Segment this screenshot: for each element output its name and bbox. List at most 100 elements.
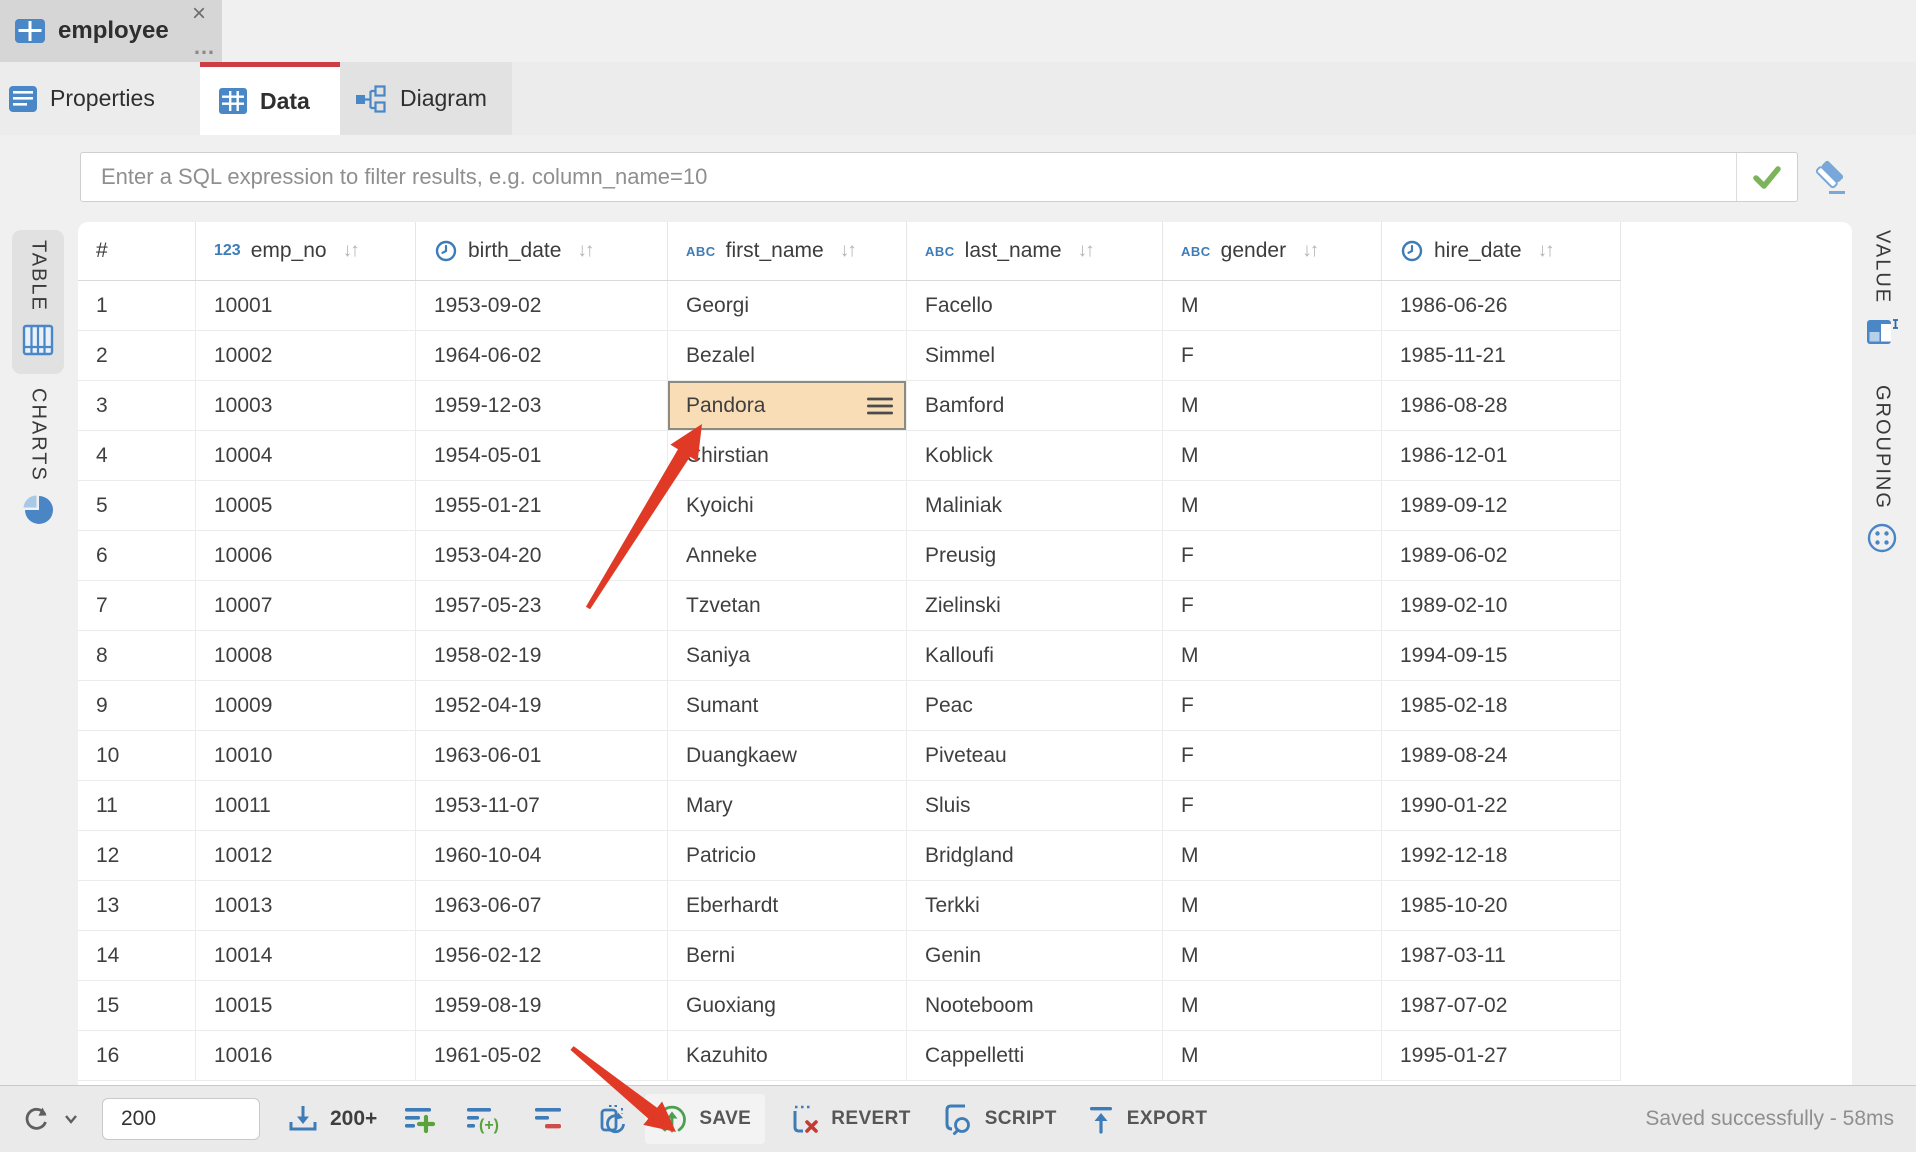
sort-icon[interactable]: ↓↑	[1078, 240, 1093, 262]
cell-hire_date[interactable]: 1987-03-11	[1382, 931, 1621, 981]
cell-birth_date[interactable]: 1953-11-07	[416, 781, 668, 831]
cell-first_name[interactable]: Anneke	[668, 531, 907, 581]
tab-properties[interactable]: Properties	[0, 62, 200, 135]
cell-hire_date[interactable]: 1987-07-02	[1382, 981, 1621, 1031]
cell-emp_no[interactable]: 10004	[196, 431, 416, 481]
cell-gender[interactable]: M	[1163, 431, 1382, 481]
cell-gender[interactable]: M	[1163, 481, 1382, 531]
column-header-row-number[interactable]: #	[78, 222, 196, 280]
column-header-hire_date[interactable]: hire_date↓↑	[1382, 222, 1621, 280]
sort-icon[interactable]: ↓↑	[840, 240, 855, 262]
cell-gender[interactable]: F	[1163, 331, 1382, 381]
cell-last_name[interactable]: Maliniak	[907, 481, 1163, 531]
refresh-button[interactable]	[20, 1102, 78, 1136]
cell-gender[interactable]: F	[1163, 531, 1382, 581]
cell-row-number[interactable]: 15	[78, 981, 196, 1031]
cell-birth_date[interactable]: 1959-08-19	[416, 981, 668, 1031]
cell-hire_date[interactable]: 1989-06-02	[1382, 531, 1621, 581]
cell-birth_date[interactable]: 1955-01-21	[416, 481, 668, 531]
cell-row-number[interactable]: 16	[78, 1031, 196, 1081]
cell-first_name[interactable]: Chirstian	[668, 431, 907, 481]
cell-first_name[interactable]: Georgi	[668, 281, 907, 331]
cell-row-number[interactable]: 2	[78, 331, 196, 381]
tab-data[interactable]: Data	[200, 62, 340, 135]
cell-birth_date[interactable]: 1964-06-02	[416, 331, 668, 381]
cell-birth_date[interactable]: 1961-05-02	[416, 1031, 668, 1081]
cell-hire_date[interactable]: 1986-12-01	[1382, 431, 1621, 481]
cell-last_name[interactable]: Nooteboom	[907, 981, 1163, 1031]
cell-first_name[interactable]: Duangkaew	[668, 731, 907, 781]
cell-hire_date[interactable]: 1986-06-26	[1382, 281, 1621, 331]
cell-emp_no[interactable]: 10002	[196, 331, 416, 381]
apply-filter-button[interactable]	[1736, 153, 1797, 201]
cell-last_name[interactable]: Peac	[907, 681, 1163, 731]
cell-birth_date[interactable]: 1952-04-19	[416, 681, 668, 731]
cell-last_name[interactable]: Cappelletti	[907, 1031, 1163, 1081]
cell-emp_no[interactable]: 10011	[196, 781, 416, 831]
cell-first_name[interactable]: Kazuhito	[668, 1031, 907, 1081]
column-header-birth_date[interactable]: birth_date↓↑	[416, 222, 668, 280]
cell-hire_date[interactable]: 1989-09-12	[1382, 481, 1621, 531]
cell-birth_date[interactable]: 1963-06-01	[416, 731, 668, 781]
cell-gender[interactable]: F	[1163, 731, 1382, 781]
cell-emp_no[interactable]: 10013	[196, 881, 416, 931]
sql-filter-input[interactable]: Enter a SQL expression to filter results…	[80, 152, 1798, 202]
column-header-first_name[interactable]: ABCfirst_name↓↑	[668, 222, 907, 280]
delete-row-button[interactable]	[533, 1103, 565, 1135]
cell-row-number[interactable]: 12	[78, 831, 196, 881]
doc-tab-employee[interactable]: employee	[0, 0, 222, 62]
cell-row-number[interactable]: 10	[78, 731, 196, 781]
cell-emp_no[interactable]: 10008	[196, 631, 416, 681]
tab-overflow-icon[interactable]: …	[193, 34, 216, 60]
cell-emp_no[interactable]: 10009	[196, 681, 416, 731]
cell-hire_date[interactable]: 1989-02-10	[1382, 581, 1621, 631]
cell-emp_no[interactable]: 10001	[196, 281, 416, 331]
cell-hire_date[interactable]: 1994-09-15	[1382, 631, 1621, 681]
cell-gender[interactable]: M	[1163, 981, 1382, 1031]
save-button[interactable]: SAVE	[645, 1094, 765, 1144]
tab-diagram[interactable]: Diagram	[340, 62, 512, 135]
cell-last_name[interactable]: Kalloufi	[907, 631, 1163, 681]
cell-emp_no[interactable]: 10016	[196, 1031, 416, 1081]
cell-first_name[interactable]: Eberhardt	[668, 881, 907, 931]
cell-birth_date[interactable]: 1958-02-19	[416, 631, 668, 681]
column-header-last_name[interactable]: ABClast_name↓↑	[907, 222, 1163, 280]
cell-hire_date[interactable]: 1989-08-24	[1382, 731, 1621, 781]
cell-gender[interactable]: M	[1163, 381, 1382, 431]
sidebar-item-charts[interactable]: CHARTS	[12, 388, 64, 526]
cell-birth_date[interactable]: 1956-02-12	[416, 931, 668, 981]
cell-birth_date[interactable]: 1954-05-01	[416, 431, 668, 481]
column-header-emp_no[interactable]: 123emp_no↓↑	[196, 222, 416, 280]
fetch-next-page-button[interactable]: 200+	[286, 1103, 377, 1135]
cell-emp_no[interactable]: 10014	[196, 931, 416, 981]
cell-gender[interactable]: M	[1163, 281, 1382, 331]
cell-last_name[interactable]: Simmel	[907, 331, 1163, 381]
cell-last_name[interactable]: Sluis	[907, 781, 1163, 831]
cell-first_name[interactable]: Bezalel	[668, 331, 907, 381]
cell-birth_date[interactable]: 1953-04-20	[416, 531, 668, 581]
clear-filter-button[interactable]	[1810, 158, 1852, 198]
cell-last_name[interactable]: Bridgland	[907, 831, 1163, 881]
cell-hire_date[interactable]: 1992-12-18	[1382, 831, 1621, 881]
cell-first_name[interactable]: Kyoichi	[668, 481, 907, 531]
cell-last_name[interactable]: Bamford	[907, 381, 1163, 431]
cell-birth_date[interactable]: 1953-09-02	[416, 281, 668, 331]
close-icon[interactable]: ×	[192, 1, 206, 27]
cell-birth_date[interactable]: 1959-12-03	[416, 381, 668, 431]
cell-last_name[interactable]: Terkki	[907, 881, 1163, 931]
cell-hire_date[interactable]: 1990-01-22	[1382, 781, 1621, 831]
cell-hire_date[interactable]: 1985-11-21	[1382, 331, 1621, 381]
sidebar-item-value[interactable]: VALUE	[1856, 230, 1908, 348]
sort-icon[interactable]: ↓↑	[1538, 240, 1553, 262]
cell-first_name[interactable]: Patricio	[668, 831, 907, 881]
cell-row-number[interactable]: 4	[78, 431, 196, 481]
sort-icon[interactable]: ↓↑	[577, 240, 592, 262]
cell-gender[interactable]: M	[1163, 631, 1382, 681]
cell-hire_date[interactable]: 1986-08-28	[1382, 381, 1621, 431]
script-button[interactable]: SCRIPT	[939, 1102, 1057, 1136]
cell-row-number[interactable]: 6	[78, 531, 196, 581]
cell-gender[interactable]: F	[1163, 681, 1382, 731]
cell-row-number[interactable]: 7	[78, 581, 196, 631]
cell-emp_no[interactable]: 10012	[196, 831, 416, 881]
cell-emp_no[interactable]: 10003	[196, 381, 416, 431]
